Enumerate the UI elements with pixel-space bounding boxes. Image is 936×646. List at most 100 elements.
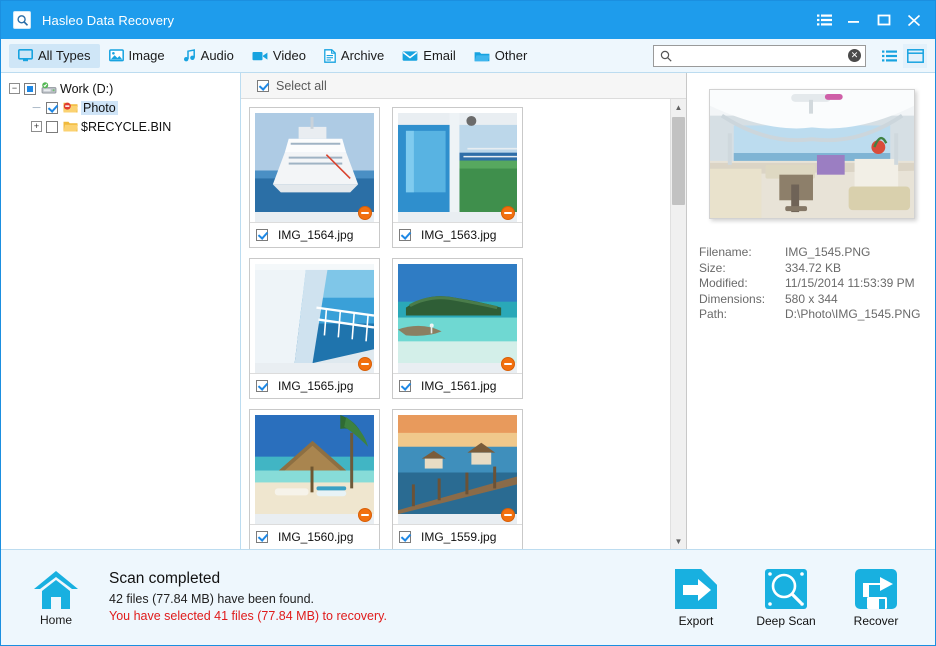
file-thumbnail[interactable] <box>255 415 374 524</box>
tree-node-label: Photo <box>81 100 118 115</box>
tab-archive[interactable]: Archive <box>315 44 393 68</box>
file-name: IMG_1563.jpg <box>421 228 497 242</box>
deep-scan-icon <box>763 567 809 611</box>
preview-pane: Filename: IMG_1545.PNG Size: 334.72 KB M… <box>687 73 935 549</box>
select-all-label: Select all <box>276 78 327 93</box>
action-buttons: Export Deep Scan Recover <box>663 567 921 628</box>
tree-node-recycle-bin[interactable]: + $RECYCLE.BIN <box>9 117 240 136</box>
tab-audio[interactable]: Audio <box>174 44 243 68</box>
detail-key: Dimensions: <box>699 291 766 306</box>
list-view-button[interactable] <box>877 44 901 68</box>
yacht-deck-preview-art <box>710 90 914 218</box>
file-name: IMG_1559.jpg <box>421 530 497 544</box>
scrollbar-thumb[interactable] <box>671 117 685 205</box>
file-details: Filename: IMG_1545.PNG Size: 334.72 KB M… <box>699 245 925 323</box>
maximize-button[interactable] <box>869 5 899 35</box>
grid-scroll-area: IMG_1564.jpg IMG_1563.jpg IMG_1565.jpg I… <box>241 99 686 549</box>
scroll-up-arrow-icon[interactable]: ▲ <box>671 99 687 115</box>
deleted-badge-icon <box>501 206 515 220</box>
home-label: Home <box>39 612 72 627</box>
overwater-bungalow-art <box>398 415 517 515</box>
tab-all-types[interactable]: All Types <box>9 43 100 68</box>
hard-drive-icon <box>41 82 57 95</box>
detail-view-button[interactable] <box>903 43 927 68</box>
file-card[interactable]: IMG_1559.jpg <box>392 409 523 549</box>
deep-scan-label: Deep Scan <box>756 614 816 628</box>
tree-node-label: Work (D:) <box>60 81 114 96</box>
file-thumbnail[interactable] <box>398 415 517 524</box>
island-lagoon-art <box>398 264 517 364</box>
file-card-footer[interactable]: IMG_1564.jpg <box>250 222 379 247</box>
file-checkbox[interactable] <box>256 229 268 241</box>
file-card[interactable]: IMG_1564.jpg <box>249 107 380 248</box>
detail-value: 580 x 344 <box>785 291 838 306</box>
file-checkbox[interactable] <box>399 531 411 543</box>
home-button[interactable]: Home <box>19 569 93 627</box>
scrollbar-track[interactable] <box>671 115 687 533</box>
tree-node-label: $RECYCLE.BIN <box>81 119 172 134</box>
file-card[interactable]: IMG_1565.jpg <box>249 258 380 399</box>
search-input[interactable] <box>672 46 848 65</box>
clear-search-icon[interactable]: ✕ <box>848 49 861 62</box>
tab-image[interactable]: Image <box>100 44 174 68</box>
file-checkbox[interactable] <box>399 380 411 392</box>
file-name: IMG_1560.jpg <box>278 530 354 544</box>
file-card[interactable]: IMG_1561.jpg <box>392 258 523 399</box>
detail-value: 11/15/2014 11:53:39 PM <box>785 276 915 290</box>
file-checkbox[interactable] <box>399 229 411 241</box>
tree-checkbox[interactable] <box>46 120 58 133</box>
deleted-badge-icon <box>358 357 372 371</box>
grid-scrollbar[interactable]: ▲ ▼ <box>670 99 686 549</box>
menu-button[interactable] <box>809 5 839 35</box>
file-card-footer[interactable]: IMG_1560.jpg <box>250 524 379 549</box>
file-card[interactable]: IMG_1560.jpg <box>249 409 380 549</box>
preview-image <box>709 89 915 219</box>
close-button[interactable] <box>899 5 929 35</box>
music-note-icon <box>183 49 196 62</box>
detail-row-filename: Filename: IMG_1545.PNG <box>699 245 925 261</box>
tab-email[interactable]: Email <box>393 44 465 68</box>
expand-expander-icon[interactable]: + <box>31 121 42 132</box>
tree-node-photo[interactable]: ─ Photo <box>9 98 240 117</box>
tree-node-work-d[interactable]: − Work (D:) <box>9 79 240 98</box>
tab-other[interactable]: Other <box>465 44 537 68</box>
file-checkbox[interactable] <box>256 380 268 392</box>
envelope-icon <box>402 50 418 62</box>
tree-checkbox[interactable] <box>24 82 36 95</box>
file-card-footer[interactable]: IMG_1561.jpg <box>393 373 522 398</box>
cruise-ship-art <box>255 113 374 213</box>
recover-label: Recover <box>853 614 899 628</box>
recover-button[interactable]: Recover <box>843 567 909 628</box>
tab-label: Video <box>272 48 306 63</box>
deleted-badge-icon <box>501 508 515 522</box>
file-card[interactable]: IMG_1563.jpg <box>392 107 523 248</box>
detail-key: Filename: <box>699 245 752 259</box>
folder-tree[interactable]: − Work (D:) ─ Photo + $RECYCLE.BIN <box>1 73 241 549</box>
file-thumbnail[interactable] <box>255 264 374 373</box>
detail-value: D:\Photo\IMG_1545.PNG <box>785 307 921 321</box>
tab-video[interactable]: Video <box>243 44 315 68</box>
select-all-checkbox[interactable] <box>257 79 269 92</box>
file-card-footer[interactable]: IMG_1565.jpg <box>250 373 379 398</box>
tab-label: Audio <box>200 48 234 63</box>
export-icon <box>673 567 719 611</box>
scroll-down-arrow-icon[interactable]: ▼ <box>671 533 687 549</box>
status-text: Scan completed 42 files (77.84 MB) have … <box>109 570 663 625</box>
file-thumbnail[interactable] <box>398 113 517 222</box>
export-button[interactable]: Export <box>663 567 729 628</box>
minimize-button[interactable] <box>839 5 869 35</box>
folder-icon <box>63 120 78 133</box>
status-selected-line: You have selected 41 files (77.84 MB) to… <box>109 609 387 623</box>
select-all-bar[interactable]: Select all <box>241 73 686 99</box>
status-title: Scan completed <box>109 570 221 587</box>
file-card-footer[interactable]: IMG_1563.jpg <box>393 222 522 247</box>
search-box[interactable]: ✕ <box>653 44 866 67</box>
tree-checkbox[interactable] <box>46 101 58 114</box>
deep-scan-button[interactable]: Deep Scan <box>753 567 819 628</box>
file-card-footer[interactable]: IMG_1559.jpg <box>393 524 522 549</box>
file-checkbox[interactable] <box>256 531 268 543</box>
file-thumbnail[interactable] <box>255 113 374 222</box>
detail-key: Modified: <box>699 276 748 290</box>
collapse-expander-icon[interactable]: − <box>9 83 20 94</box>
file-thumbnail[interactable] <box>398 264 517 373</box>
